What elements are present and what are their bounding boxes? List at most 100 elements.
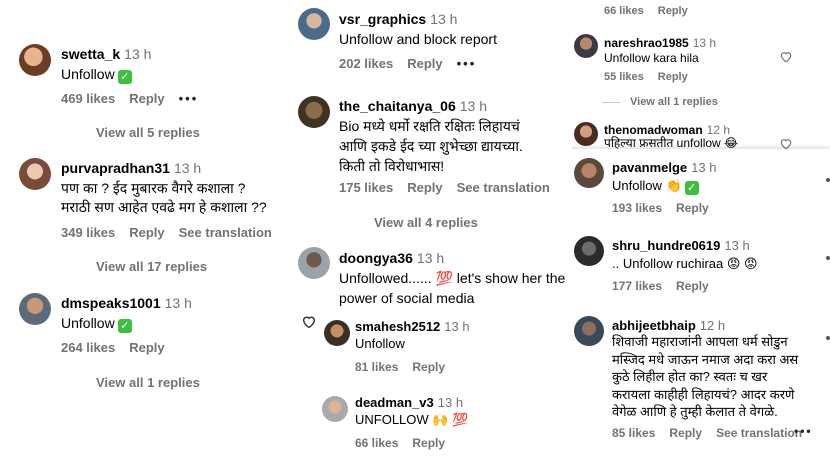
view-replies-button[interactable]: View all 5 replies — [96, 125, 200, 140]
reply-text: UNFOLLOW 🙌 💯 — [355, 412, 469, 427]
avatar[interactable] — [19, 158, 51, 190]
more-options-icon[interactable]: ••• — [794, 424, 813, 438]
reply-button[interactable]: Reply — [658, 5, 688, 17]
view-replies-label: View all 17 replies — [96, 259, 208, 274]
username[interactable]: nareshrao1985 — [604, 36, 689, 50]
username[interactable]: pavanmelge — [612, 160, 687, 175]
username[interactable]: smahesh2512 — [355, 319, 440, 334]
reply-header: deadman_v3 13 h — [355, 395, 463, 410]
username[interactable]: abhijeetbhaip — [612, 318, 696, 333]
timestamp: 13 h — [691, 160, 717, 175]
username[interactable]: purvapradhan31 — [61, 160, 170, 176]
timestamp: 13 h — [692, 36, 717, 50]
comment-header: vsr_graphics 13 h — [339, 11, 457, 27]
see-translation-button[interactable]: See translation — [457, 180, 550, 195]
likes-count[interactable]: 177 likes — [612, 279, 662, 293]
avatar[interactable] — [322, 396, 348, 422]
view-replies-button[interactable]: View all 17 replies — [96, 259, 207, 274]
likes-count[interactable]: 66 likes — [604, 5, 644, 17]
check-icon: ✓ — [684, 181, 699, 195]
likes-count[interactable]: 66 likes — [355, 436, 398, 450]
reply-button[interactable]: Reply — [676, 201, 709, 215]
comment-header: purvapradhan31 13 h — [61, 160, 201, 176]
reply-actions: 55 likes Reply — [604, 71, 702, 83]
right-screenshot-panel: 66 likes Reply nareshrao1985 13 h Unfollow… — [572, 0, 830, 466]
username[interactable]: doongya36 — [339, 250, 413, 266]
comment-actions: 349 likes Reply See translation — [61, 225, 286, 240]
reply-button[interactable]: Reply — [407, 56, 442, 71]
likes-count[interactable]: 264 likes — [61, 340, 115, 355]
comment-text: शिवाजी महाराजांनी आपला धर्म सोडुन मस्जिद… — [612, 334, 799, 419]
likes-count[interactable]: 81 likes — [355, 360, 398, 374]
comment-text-value: Unfollow — [61, 66, 115, 82]
view-replies-label: View all 1 replies — [630, 96, 718, 108]
likes-count[interactable]: 349 likes — [61, 225, 115, 240]
reply-button[interactable]: Reply — [129, 340, 164, 355]
username[interactable]: thenomadwoman — [604, 123, 703, 137]
view-replies-button[interactable]: View all 1 replies — [602, 96, 718, 108]
avatar[interactable] — [574, 236, 604, 266]
comment-text: Unfollow 👏 ✓ — [612, 177, 699, 195]
comment-text: Unfollow ✓ — [61, 65, 132, 84]
username[interactable]: dmspeaks1001 — [61, 295, 161, 311]
heart-icon[interactable] — [779, 50, 793, 63]
reply-header: nareshrao1985 13 h — [604, 36, 716, 50]
likes-count[interactable]: 175 likes — [339, 180, 393, 195]
offscreen-marker — [826, 178, 830, 182]
reply-button[interactable]: Reply — [412, 436, 445, 450]
likes-count[interactable]: 469 likes — [61, 91, 115, 106]
left-screenshot-panel: swetta_k 13 h Unfollow ✓ 469 likes Reply •••… — [0, 0, 290, 466]
timestamp: 12 h — [699, 318, 726, 333]
username[interactable]: swetta_k — [61, 46, 120, 62]
avatar[interactable] — [574, 122, 598, 146]
likes-count[interactable]: 55 likes — [604, 71, 644, 83]
view-replies-button[interactable]: View all 1 replies — [96, 375, 200, 390]
more-options-icon[interactable]: ••• — [457, 56, 477, 71]
view-replies-label: View all 4 replies — [374, 215, 478, 230]
reply-button[interactable]: Reply — [129, 225, 164, 240]
reply-button[interactable]: Reply — [407, 180, 442, 195]
avatar[interactable] — [19, 44, 51, 76]
comment-text: Bio मध्ये धर्मो रक्षति रक्षितः लिहायचं आ… — [339, 118, 523, 174]
avatar[interactable] — [298, 96, 330, 128]
more-options-icon[interactable]: ••• — [179, 91, 199, 106]
avatar[interactable] — [574, 34, 598, 58]
comment-header: pavanmelge 13 h — [612, 160, 716, 175]
reply-button[interactable]: Reply — [676, 279, 709, 293]
reply-button[interactable]: Reply — [412, 360, 445, 374]
likes-count[interactable]: 202 likes — [339, 56, 393, 71]
reply-header: smahesh2512 13 h — [355, 319, 470, 334]
comment-text: Unfollow ✓ — [61, 314, 132, 333]
avatar[interactable] — [19, 293, 51, 325]
timestamp: 13 h — [430, 11, 458, 27]
avatar[interactable] — [298, 8, 330, 40]
see-translation-button[interactable]: See translation — [716, 426, 802, 440]
reply-button[interactable]: Reply — [669, 426, 702, 440]
comment-header: shru_hundre0619 13 h — [612, 238, 750, 253]
comment-actions: 469 likes Reply ••• — [61, 91, 212, 106]
username[interactable]: the_chaitanya_06 — [339, 98, 456, 114]
comment-header: swetta_k 13 h — [61, 46, 151, 62]
reply-actions: 66 likes Reply — [604, 5, 702, 17]
likes-count[interactable]: 193 likes — [612, 201, 662, 215]
view-replies-label: View all 1 replies — [96, 375, 200, 390]
username[interactable]: shru_hundre0619 — [612, 238, 720, 253]
avatar[interactable] — [298, 247, 330, 279]
reply-button[interactable]: Reply — [658, 71, 688, 83]
heart-icon[interactable] — [301, 314, 317, 329]
likes-count[interactable]: 85 likes — [612, 426, 655, 440]
offscreen-marker — [826, 336, 830, 340]
view-replies-button[interactable]: View all 4 replies — [374, 215, 478, 230]
avatar[interactable] — [574, 316, 604, 346]
timestamp: 13 h — [459, 98, 487, 114]
see-translation-button[interactable]: See translation — [179, 225, 272, 240]
timestamp: 13 h — [444, 319, 470, 334]
username[interactable]: vsr_graphics — [339, 11, 426, 27]
avatar[interactable] — [574, 158, 604, 188]
avatar[interactable] — [324, 320, 350, 346]
comment-header: abhijeetbhaip 12 h — [612, 318, 725, 333]
reply-button[interactable]: Reply — [129, 91, 164, 106]
username[interactable]: deadman_v3 — [355, 395, 434, 410]
comment-actions: 175 likes Reply See translation — [339, 180, 564, 195]
timestamp: 13 h — [124, 46, 152, 62]
